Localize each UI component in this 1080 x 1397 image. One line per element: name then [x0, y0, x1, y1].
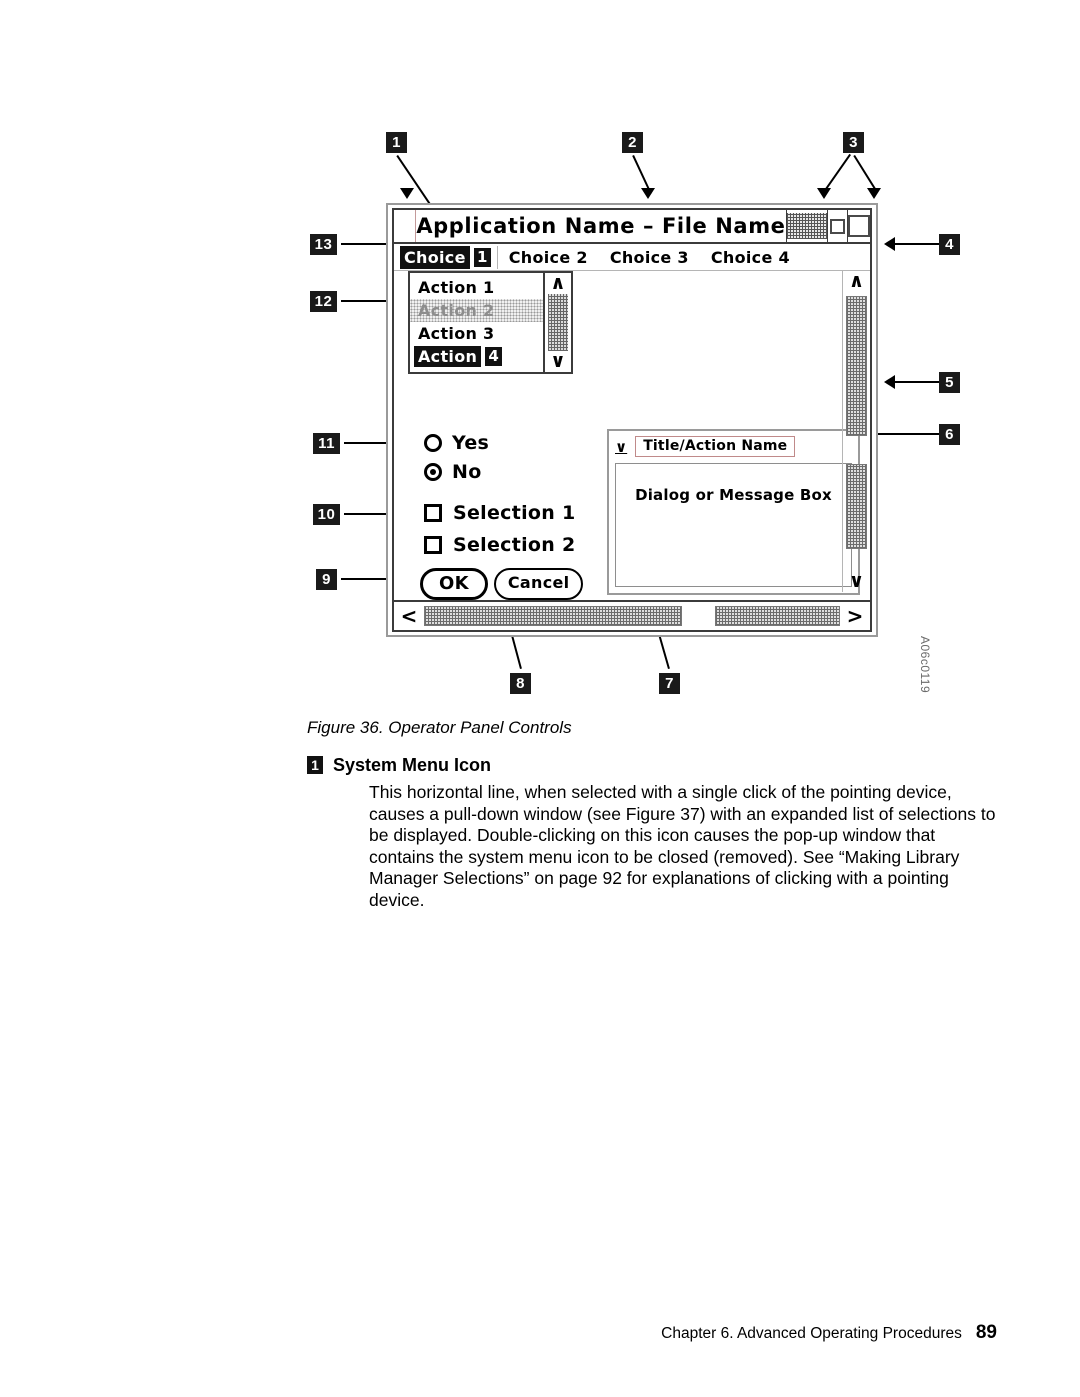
radio-no-label: No: [452, 460, 482, 483]
callout-inline-badge-1: 1: [473, 247, 491, 267]
leader-arrow-3b: [867, 188, 881, 199]
radio-no-icon[interactable]: [424, 462, 442, 481]
term-body-text: This horizontal line, when selected with…: [369, 782, 996, 910]
leader-arrow-1: [400, 188, 414, 199]
dialog-title-text: Title/Action Name: [635, 436, 796, 457]
minimize-icon: [829, 218, 845, 234]
pull-down-scroll-thumb[interactable]: [548, 294, 568, 351]
menu-item-choice-2[interactable]: Choice 2: [498, 248, 599, 267]
term-definition-block: 1 System Menu Icon This horizontal line, …: [307, 755, 997, 911]
scroll-right-chevron-icon[interactable]: >: [840, 604, 870, 628]
leader-arrow-3a: [817, 188, 831, 199]
horizontal-scroll-bar[interactable]: < >: [394, 600, 870, 630]
ok-button[interactable]: OK: [420, 568, 488, 600]
minimize-button[interactable]: [826, 210, 847, 242]
figure-caption: Figure 36. Operator Panel Controls: [307, 718, 572, 737]
menu-item-choice-3[interactable]: Choice 3: [599, 248, 700, 267]
leader-arrow-4: [884, 237, 895, 251]
check-box-group: Selection 1 Selection 2: [424, 497, 576, 561]
window-title: Application Name – File Name: [416, 214, 786, 238]
checkbox-selection-2-label: Selection 2: [453, 534, 576, 556]
radio-button-group: Yes No: [424, 428, 489, 486]
footer-page-number: 89: [975, 1322, 997, 1343]
pull-down-item-action-4-label: Action: [414, 346, 482, 367]
pull-down-scroll-bar[interactable]: ∧ ∨: [543, 273, 571, 372]
callout-badge-4: 4: [939, 234, 960, 255]
radio-yes-label: Yes: [452, 431, 490, 454]
callout-inline-badge-4: 4: [485, 347, 503, 366]
checkbox-selection-2-icon[interactable]: [424, 536, 442, 554]
callout-badge-3: 3: [843, 132, 864, 153]
callout-badge-11: 11: [313, 433, 340, 454]
horizontal-scroll-slider-right[interactable]: [715, 606, 840, 626]
horizontal-scroll-slider[interactable]: [424, 606, 682, 626]
pull-down-item-action-4[interactable]: Action 4: [410, 345, 543, 368]
horizontal-scroll-track[interactable]: [424, 605, 840, 627]
mock-application-window: Application Name – File Name Choice 1 Ch…: [386, 203, 878, 637]
chevron-up-icon[interactable]: ∧: [550, 274, 565, 293]
callout-badge-13: 13: [310, 234, 337, 255]
window-inner-frame: Application Name – File Name Choice 1 Ch…: [392, 208, 872, 632]
dialog-box: ∨ Title/Action Name Dialog or Message Bo…: [607, 429, 860, 595]
scroll-up-chevron-icon[interactable]: ∧: [849, 272, 864, 291]
pull-down-menu: Action 1 Action 2 Action 3 Action 4 ∧ ∨: [408, 271, 573, 374]
callout-badge-7: 7: [659, 673, 680, 694]
footer-chapter: Chapter 6. Advanced Operating Procedures: [661, 1325, 962, 1342]
pull-down-item-action-1[interactable]: Action 1: [410, 276, 543, 299]
menu-item-choice-1-label: Choice: [400, 245, 470, 269]
vertical-scroll-bar[interactable]: ∧ ∨: [842, 271, 870, 592]
title-hatch-block: [785, 210, 827, 242]
checkbox-selection-1-label: Selection 1: [453, 502, 576, 524]
cancel-button[interactable]: Cancel: [493, 568, 584, 600]
pull-down-item-action-3[interactable]: Action 3: [410, 322, 543, 345]
vertical-scroll-track[interactable]: [843, 292, 870, 571]
callout-badge-1: 1: [386, 132, 407, 153]
callout-badge-2: 2: [622, 132, 643, 153]
leader-line-4: [895, 243, 939, 245]
figure-id-label: A06c0119: [918, 636, 932, 694]
vertical-scroll-slider[interactable]: [846, 296, 867, 436]
term-title-text: System Menu Icon: [333, 755, 492, 775]
maximize-icon: [848, 215, 870, 237]
callout-badge-12: 12: [310, 291, 337, 312]
radio-row-yes[interactable]: Yes: [424, 428, 489, 457]
term-badge: 1: [307, 756, 323, 774]
message-box-text: Dialog or Message Box: [635, 486, 832, 504]
radio-yes-icon[interactable]: [424, 433, 442, 452]
leader-line-5: [895, 381, 939, 383]
radio-row-no[interactable]: No: [424, 457, 489, 486]
scroll-down-chevron-icon[interactable]: ∨: [849, 572, 864, 591]
dialog-system-menu-icon[interactable]: ∨: [615, 439, 627, 454]
callout-badge-8: 8: [510, 673, 531, 694]
vertical-scroll-slider-lower[interactable]: [846, 464, 867, 549]
menu-item-choice-1[interactable]: Choice 1: [394, 245, 498, 269]
leader-arrow-5: [884, 375, 895, 389]
pull-down-item-action-2-unavailable: Action 2: [410, 299, 543, 322]
leader-arrow-2: [641, 188, 655, 199]
callout-badge-9: 9: [316, 569, 337, 590]
pull-down-item-list: Action 1 Action 2 Action 3 Action 4: [410, 273, 543, 372]
callout-badge-10: 10: [313, 504, 340, 525]
push-button-row: OK Cancel: [420, 568, 584, 600]
maximize-button[interactable]: [847, 210, 870, 242]
page-footer: Chapter 6. Advanced Operating Procedures…: [0, 1322, 997, 1344]
dialog-title-bar: ∨ Title/Action Name: [609, 431, 858, 460]
title-bar: Application Name – File Name: [394, 210, 870, 244]
menu-item-choice-4[interactable]: Choice 4: [700, 248, 801, 267]
callout-badge-5: 5: [939, 372, 960, 393]
term-heading: 1 System Menu Icon: [307, 755, 997, 776]
action-bar: Choice 1 Choice 2 Choice 3 Choice 4: [394, 244, 870, 271]
scroll-left-chevron-icon[interactable]: <: [394, 604, 424, 628]
check-row-selection-1[interactable]: Selection 1: [424, 497, 576, 529]
leader-line-3b: [853, 155, 878, 192]
leader-line-3a: [823, 153, 851, 192]
system-menu-icon[interactable]: [394, 210, 417, 242]
check-row-selection-2[interactable]: Selection 2: [424, 529, 576, 561]
checkbox-selection-1-icon[interactable]: [424, 504, 442, 522]
hatch-pattern-icon: [786, 213, 827, 239]
callout-badge-6: 6: [939, 424, 960, 445]
message-box: Dialog or Message Box: [615, 463, 852, 587]
chevron-down-icon[interactable]: ∨: [550, 352, 565, 371]
